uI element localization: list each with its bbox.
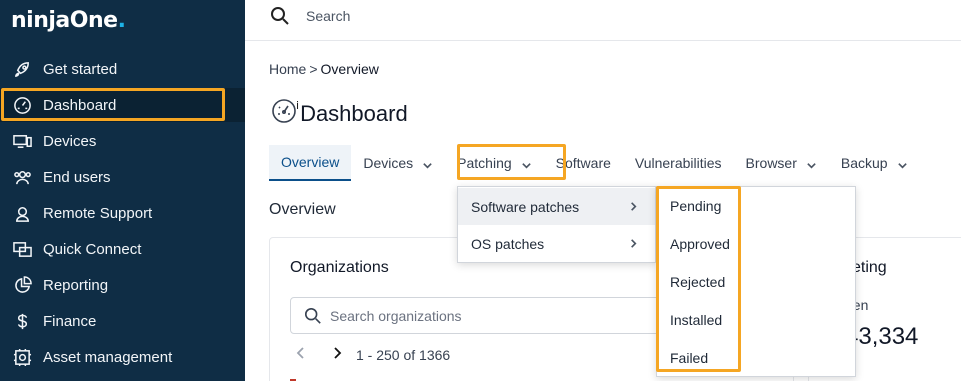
- sidebar-item-label: Quick Connect: [43, 240, 142, 258]
- tab-label: Vulnerabilities: [634, 155, 722, 171]
- tab-browser[interactable]: Browser: [734, 145, 829, 181]
- quick-connect-icon: [11, 238, 33, 260]
- sidebar-item-label: Dashboard: [43, 96, 117, 114]
- sidebar-item-dashboard[interactable]: Dashboard: [0, 88, 245, 122]
- logo-main: ninja: [11, 8, 70, 33]
- page-title: Dashboard: [300, 100, 408, 126]
- chevron-down-icon: [521, 158, 532, 169]
- menu-item-label: OS patches: [471, 235, 545, 252]
- chevron-right-icon: [628, 199, 639, 215]
- tab-label: Patching: [457, 155, 512, 171]
- menu-item-software-patches[interactable]: Software patches: [458, 188, 655, 225]
- sidebar-item-label: Finance: [43, 312, 97, 330]
- gauge-icon: [271, 98, 297, 129]
- dashboard-tabs: Overview Devices Patching Software Vulne…: [269, 145, 961, 181]
- submenu-item-failed[interactable]: Failed: [657, 339, 855, 377]
- submenu-item-rejected[interactable]: Rejected: [657, 263, 855, 301]
- submenu-item-approved[interactable]: Approved: [657, 225, 855, 263]
- sidebar-item-finance[interactable]: Finance: [0, 304, 245, 338]
- tab-label: Backup: [840, 155, 888, 171]
- sidebar-item-asset-management[interactable]: Asset management: [0, 340, 245, 374]
- search-icon: [271, 7, 289, 25]
- tab-overview[interactable]: Overview: [269, 145, 352, 181]
- tab-vulnerabilities[interactable]: Vulnerabilities: [623, 145, 734, 181]
- sidebar-item-quick-connect[interactable]: Quick Connect: [0, 232, 245, 266]
- menu-item-label: Software patches: [471, 198, 580, 215]
- asset-icon: [11, 346, 33, 368]
- sidebar: ninja One. Get started Dashboard Devices …: [0, 0, 245, 381]
- marketing-value: 43,334: [845, 323, 919, 350]
- sidebar-item-remote-support[interactable]: Remote Support: [0, 196, 245, 230]
- patching-menu: Software patches OS patches: [457, 186, 656, 263]
- organizations-title: Organizations: [290, 259, 389, 276]
- chevron-left-icon[interactable]: [294, 346, 308, 363]
- breadcrumb: Home > Overview: [269, 61, 379, 77]
- tab-label: Overview: [281, 154, 340, 170]
- pie-chart-icon: [11, 274, 33, 296]
- sidebar-item-get-started[interactable]: Get started: [0, 52, 245, 86]
- breadcrumb-home[interactable]: Home: [269, 61, 306, 77]
- ninjaone-logo[interactable]: ninja One.: [11, 8, 126, 36]
- logo-dot: .: [117, 8, 126, 33]
- global-search-bar[interactable]: Search: [245, 0, 961, 41]
- chevron-right-icon: [628, 236, 639, 252]
- tab-backup[interactable]: Backup: [829, 145, 920, 181]
- sidebar-item-label: End users: [43, 168, 111, 186]
- sidebar-item-label: Remote Support: [43, 204, 153, 222]
- support-icon: [11, 202, 33, 224]
- tab-label: Browser: [745, 155, 797, 171]
- submenu-item-installed[interactable]: Installed: [657, 301, 855, 339]
- global-search-input[interactable]: Search: [306, 8, 350, 24]
- tab-devices[interactable]: Devices: [351, 145, 445, 181]
- sidebar-item-label: Get started: [43, 60, 118, 78]
- software-patches-submenu: Pending Approved Rejected Installed Fail…: [656, 186, 856, 377]
- sidebar-item-reporting[interactable]: Reporting: [0, 268, 245, 302]
- page-title-row: i Dashboard: [271, 98, 408, 129]
- breadcrumb-separator: >: [309, 61, 318, 77]
- pagination: 1 - 250 of 1366: [294, 346, 450, 363]
- users-icon: [11, 166, 33, 188]
- pagination-range: 1 - 250 of 1366: [356, 346, 451, 363]
- organizations-search-placeholder: Search organizations: [330, 308, 462, 324]
- chevron-down-icon: [897, 158, 908, 169]
- sidebar-item-label: Reporting: [43, 276, 109, 294]
- sidebar-item-label: Asset management: [43, 348, 173, 366]
- gauge-icon: [11, 94, 33, 116]
- tab-software[interactable]: Software: [544, 145, 623, 181]
- breadcrumb-current: Overview: [320, 61, 379, 77]
- rocket-icon: [11, 58, 33, 80]
- section-title: Overview: [269, 201, 336, 218]
- chevron-right-icon[interactable]: [330, 346, 344, 363]
- menu-item-os-patches[interactable]: OS patches: [458, 225, 655, 262]
- info-icon[interactable]: i: [296, 99, 299, 112]
- sidebar-item-end-users[interactable]: End users: [0, 160, 245, 194]
- tab-patching[interactable]: Patching: [445, 145, 543, 181]
- sidebar-item-devices[interactable]: Devices: [0, 124, 245, 158]
- devices-icon: [11, 130, 33, 152]
- chevron-down-icon: [422, 158, 433, 169]
- tab-label: Devices: [363, 155, 414, 171]
- sidebar-item-label: Devices: [43, 132, 97, 150]
- submenu-item-pending[interactable]: Pending: [657, 187, 855, 225]
- dollar-icon: [11, 310, 33, 332]
- search-icon: [304, 307, 321, 324]
- tab-label: Software: [555, 155, 611, 171]
- chevron-down-icon: [806, 158, 817, 169]
- logo-accent: One: [69, 8, 118, 33]
